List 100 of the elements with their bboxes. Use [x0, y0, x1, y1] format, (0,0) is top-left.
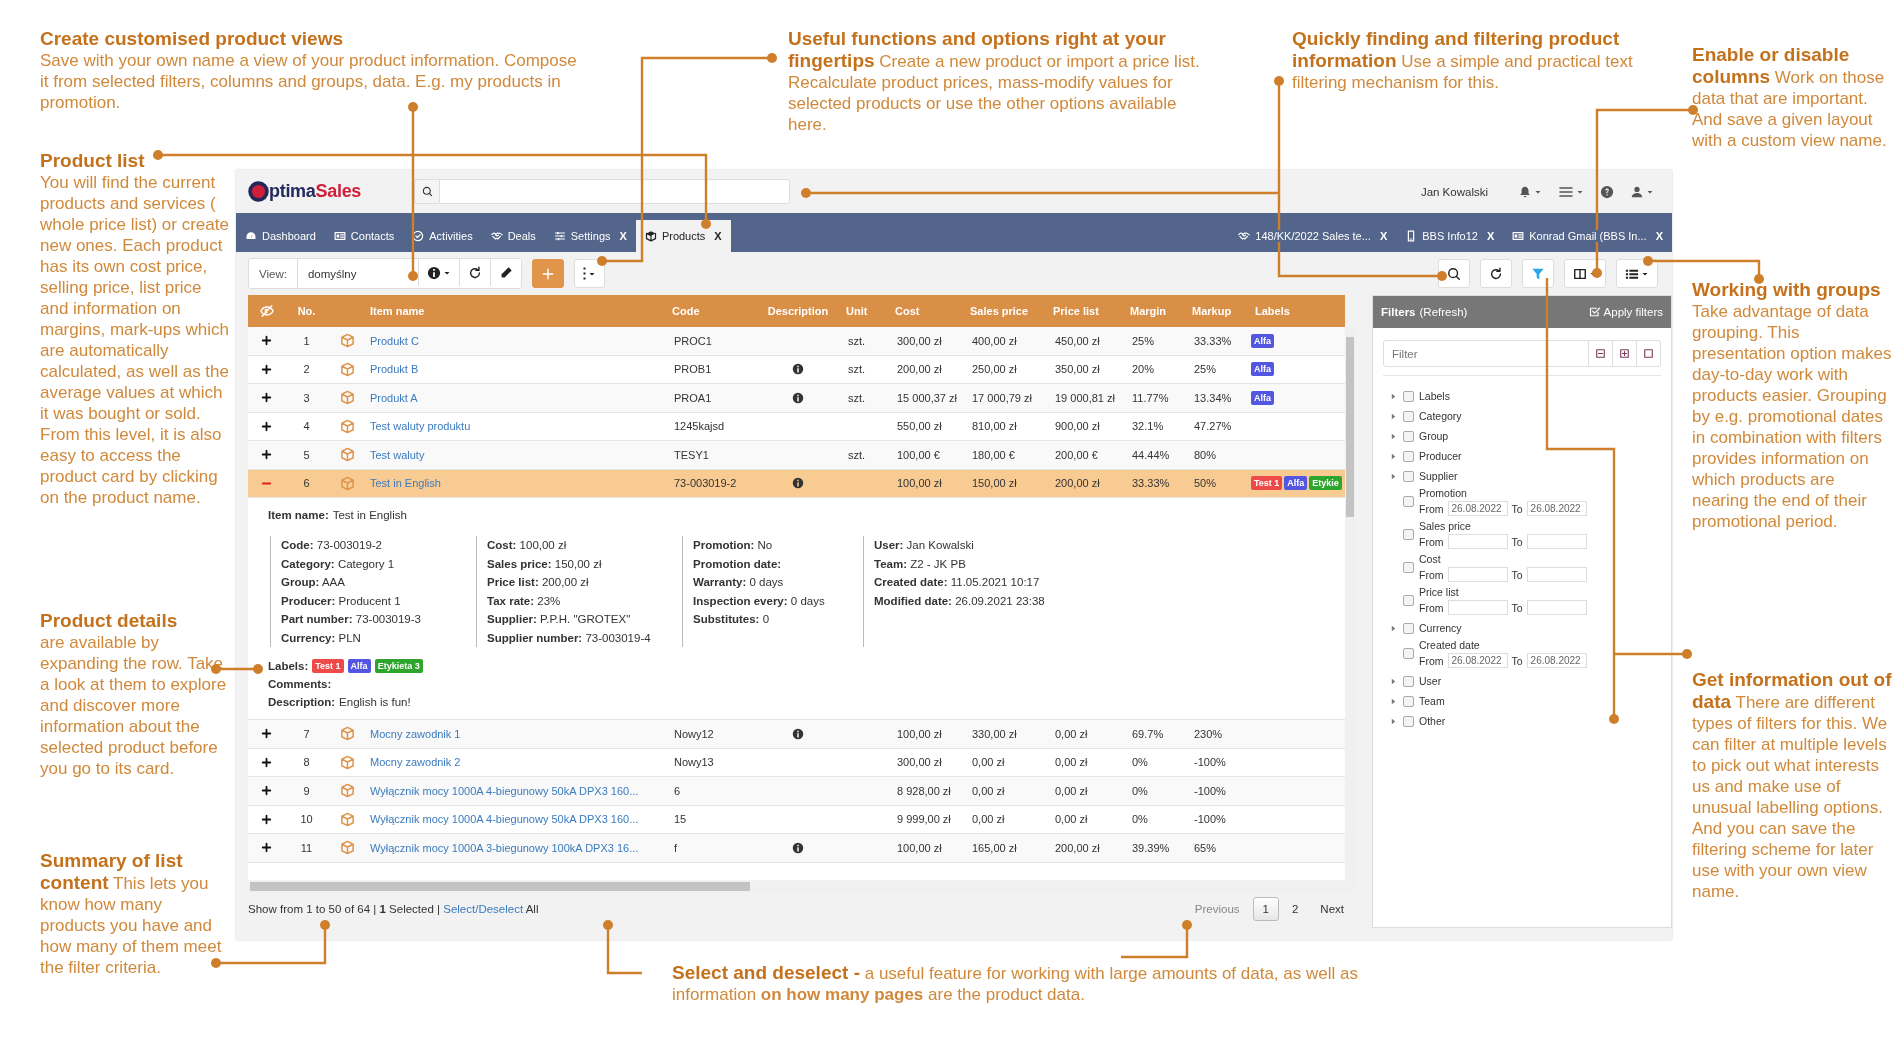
apply-filters-button[interactable]: Apply filters — [1588, 306, 1663, 318]
nav-tab[interactable]: Dashboard — [236, 220, 325, 252]
product-link[interactable]: Produkt A — [370, 391, 418, 404]
expand-row-button[interactable] — [261, 728, 272, 740]
checkbox[interactable] — [1403, 470, 1414, 482]
info-icon[interactable] — [792, 477, 804, 490]
close-tab-button[interactable]: X — [1655, 230, 1663, 242]
expand-row-button[interactable] — [261, 449, 272, 461]
info-icon[interactable] — [792, 391, 804, 404]
checkbox[interactable] — [1403, 430, 1414, 442]
from-field[interactable] — [1447, 534, 1508, 549]
expand-row-button[interactable] — [261, 363, 272, 375]
grouping-button[interactable] — [1616, 259, 1658, 288]
expand-row-button[interactable] — [261, 392, 272, 404]
expand-row-button[interactable] — [261, 756, 272, 768]
record-tab[interactable]: 148/KK/2022 Sales te... X — [1229, 220, 1397, 252]
to-field[interactable]: 26.08.2022 — [1526, 501, 1587, 516]
from-field[interactable] — [1447, 567, 1508, 582]
expand-row-button[interactable] — [261, 785, 272, 797]
checkbox[interactable] — [1403, 648, 1414, 659]
more-options-button[interactable] — [573, 259, 605, 288]
refresh-filters-link[interactable]: (Refresh) — [1419, 306, 1468, 318]
product-link[interactable]: Produkt B — [370, 363, 419, 376]
checkbox[interactable] — [1403, 529, 1414, 540]
expand-row-button[interactable] — [261, 335, 272, 347]
expand-row-button[interactable] — [261, 813, 272, 825]
from-field[interactable]: 26.08.2022 — [1447, 653, 1508, 668]
nav-tab[interactable]: Products X — [635, 220, 731, 252]
expand-row-button[interactable] — [261, 420, 272, 432]
checkbox[interactable] — [1403, 450, 1414, 462]
close-tab-button[interactable]: X — [1486, 230, 1495, 242]
expand-arrow-icon[interactable] — [1389, 676, 1398, 686]
expand-arrow-icon[interactable] — [1389, 391, 1398, 401]
product-link[interactable]: Mocny zawodnik 2 — [370, 756, 461, 769]
user-menu-button[interactable] — [1630, 184, 1654, 199]
record-tab[interactable]: BBS Info12 X — [1396, 220, 1504, 252]
table-row[interactable]: 7 Mocny zawodnik 1 Nowy12 100,00 zł 330,00 zł 0,00 zł 69.7% 230% — [248, 720, 1345, 749]
nav-tab[interactable]: Settings X — [544, 220, 636, 252]
product-link[interactable]: Test waluty — [370, 448, 425, 461]
checkbox[interactable] — [1403, 675, 1414, 687]
checkbox[interactable] — [1403, 622, 1414, 634]
collapse-all-button[interactable] — [1589, 340, 1613, 367]
product-link[interactable]: Wyłącznik mocy 1000A 4-biegunowy 50kA DPX3 160... — [370, 813, 639, 826]
filter-field[interactable]: Filter — [1383, 340, 1589, 367]
help-button[interactable] — [1600, 184, 1614, 199]
table-row[interactable]: 3 Produkt A PROA1 szt. 15 000,37 zł 17 000,79 zł 19 000,81 zł 11.77% 13.34% Alfa — [248, 384, 1345, 413]
nav-tab[interactable]: Contacts — [324, 220, 404, 252]
table-row[interactable]: 6 Test in English 73-003019-2 100,00 zł 150,00 zł 200,00 zł 33.33% 50% Test 1 Alfa Etykie — [248, 469, 1345, 498]
expand-arrow-icon[interactable] — [1389, 471, 1398, 481]
close-tab-button[interactable]: X — [714, 230, 722, 242]
columns-button[interactable] — [1564, 259, 1606, 288]
checkbox[interactable] — [1403, 390, 1414, 402]
clear-selection-button[interactable] — [1637, 340, 1661, 367]
next-page-link[interactable]: Next — [1311, 898, 1353, 920]
refresh-button[interactable] — [1480, 259, 1512, 288]
product-link[interactable]: Test in English — [370, 477, 441, 490]
checkbox[interactable] — [1403, 496, 1414, 507]
checkbox[interactable] — [1403, 410, 1414, 422]
close-tab-button[interactable]: X — [619, 230, 627, 242]
info-icon[interactable] — [792, 363, 804, 376]
expand-arrow-icon[interactable] — [1389, 716, 1398, 726]
checkbox[interactable] — [1403, 695, 1414, 707]
checkbox[interactable] — [1403, 595, 1414, 606]
expand-arrow-icon[interactable] — [1389, 696, 1398, 706]
nav-tab[interactable]: Activities — [403, 220, 482, 252]
product-link[interactable]: Test waluty produktu — [370, 420, 471, 433]
filter-button[interactable] — [1522, 259, 1554, 288]
nav-tab[interactable]: Deals — [481, 220, 545, 252]
to-field[interactable]: 26.08.2022 — [1526, 653, 1587, 668]
page-link[interactable]: 2 — [1282, 898, 1308, 920]
table-row[interactable]: 11 Wyłącznik mocy 1000A 3-biegunowy 100kA DPX3 16... f 100,00 zł 165,00 zł 200,00 zł 39.39% 65% — [248, 834, 1345, 863]
expand-all-button[interactable] — [1613, 340, 1637, 367]
expand-arrow-icon[interactable] — [1389, 431, 1398, 441]
checkbox[interactable] — [1403, 562, 1414, 573]
select-deselect-link[interactable]: Select/Deselect — [443, 903, 524, 915]
close-tab-button[interactable]: X — [1379, 230, 1388, 242]
record-tab[interactable]: Konrad Gmail (BBS In... X — [1503, 220, 1672, 252]
from-field[interactable]: 26.08.2022 — [1447, 501, 1508, 516]
info-icon[interactable] — [792, 841, 804, 854]
table-row[interactable]: 1 Produkt C PROC1 szt. 300,00 zł 400,00 zł 450,00 zł 25% 33.33% Alfa — [248, 327, 1345, 356]
expand-arrow-icon[interactable] — [1389, 451, 1398, 461]
search-button[interactable] — [1438, 259, 1470, 288]
search-field[interactable] — [439, 179, 790, 204]
expand-arrow-icon[interactable] — [1389, 411, 1398, 421]
to-field[interactable] — [1526, 600, 1587, 615]
expand-arrow-icon[interactable] — [1389, 623, 1398, 633]
table-row[interactable]: 9 Wyłącznik mocy 1000A 4-biegunowy 50kA DPX3 160... 6 8 928,00 zł 0,00 zł 0,00 zł 0% -100% — [248, 777, 1345, 806]
from-field[interactable] — [1447, 600, 1508, 615]
info-icon[interactable] — [792, 727, 804, 740]
to-field[interactable] — [1526, 567, 1587, 582]
table-row[interactable]: 5 Test waluty TESY1 szt. 100,00 € 180,00 € 200,00 € 44.44% 80% — [248, 441, 1345, 470]
product-link[interactable]: Wyłącznik mocy 1000A 3-biegunowy 100kA DPX3 16... — [370, 841, 639, 854]
product-link[interactable]: Produkt C — [370, 334, 419, 347]
product-link[interactable]: Mocny zawodnik 1 — [370, 727, 461, 740]
previous-page-link[interactable]: Previous — [1185, 898, 1249, 920]
product-link[interactable]: Wyłącznik mocy 1000A 4-biegunowy 50kA DPX3 160... — [370, 784, 639, 797]
checkbox[interactable] — [1403, 715, 1414, 727]
page-link[interactable]: 1 — [1252, 897, 1279, 921]
to-field[interactable] — [1526, 534, 1587, 549]
notifications-button[interactable] — [1518, 184, 1542, 199]
